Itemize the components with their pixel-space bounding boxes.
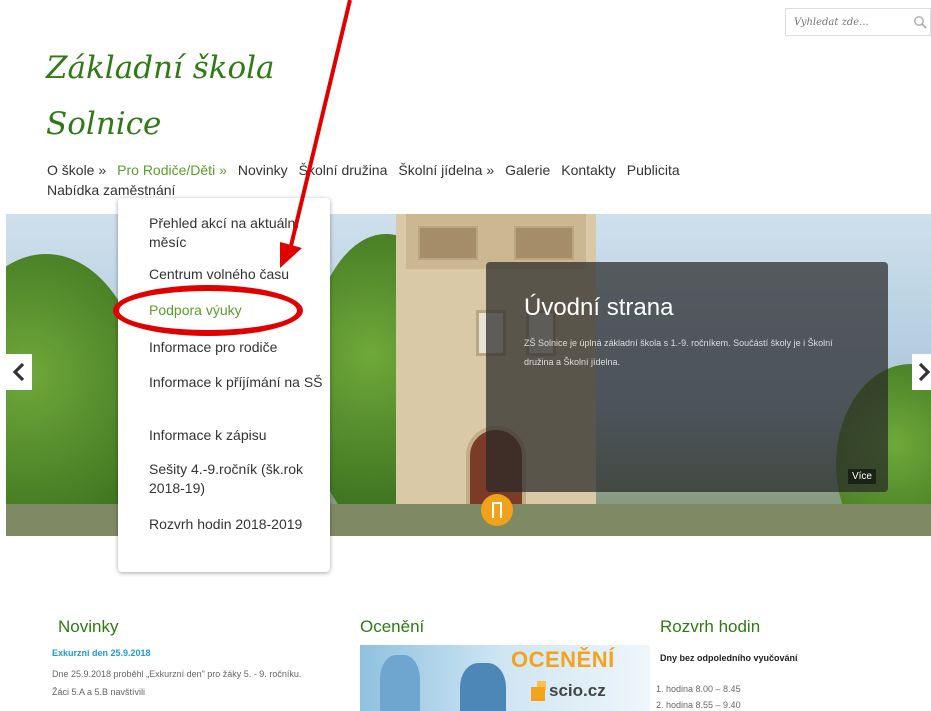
slider-prev-button[interactable] bbox=[6, 354, 32, 390]
slide-more-button[interactable]: Více bbox=[847, 469, 876, 484]
banner-figure bbox=[460, 663, 506, 711]
nav-item-skolni-jidelna[interactable]: Školní jídelna » bbox=[398, 162, 494, 178]
slide-caption-text: ZŠ Solnice je úplná základní škola s 1.-… bbox=[524, 338, 833, 367]
site-title[interactable]: Základní škola Solnice bbox=[46, 40, 275, 152]
award-banner-word: OCENĚNÍ bbox=[511, 647, 615, 672]
dropdown-item-informace-pro-rodice[interactable]: Informace pro rodiče bbox=[149, 338, 324, 357]
dropdown-item-sesity[interactable]: Sešity 4.-9.ročník (šk.rok 2018-19) bbox=[149, 460, 324, 498]
nav-item-skolni-druzina[interactable]: Školní družina bbox=[299, 162, 388, 178]
rozvrh-line: 2. hodina 8.55 – 9.40 bbox=[656, 700, 741, 710]
search-input[interactable] bbox=[786, 9, 906, 35]
nav-item-kontakty[interactable]: Kontakty bbox=[561, 162, 615, 178]
nav-item-publicita[interactable]: Publicita bbox=[627, 162, 680, 178]
nav-item-galerie[interactable]: Galerie bbox=[505, 162, 550, 178]
rozvrh-subtitle: Dny bez odpoledního vyučování bbox=[660, 653, 798, 663]
photo-relief-right bbox=[514, 226, 574, 260]
search-icon[interactable] bbox=[913, 15, 927, 29]
slider-next-button[interactable] bbox=[912, 354, 931, 390]
scio-logo: scio.cz bbox=[525, 681, 645, 707]
nav-item-nabidka-zamestnani[interactable]: Nabídka zaměstnání bbox=[47, 182, 175, 198]
news-item-text: Dne 25.9.2018 proběhl „Exkurzní den" pro… bbox=[52, 669, 302, 697]
slide-caption: Úvodní strana ZŠ Solnice je úplná základ… bbox=[486, 262, 888, 492]
dropdown-item-centrum-volneho-casu[interactable]: Centrum volného času bbox=[149, 265, 324, 284]
site-title-line2[interactable]: Solnice bbox=[46, 96, 275, 152]
scio-logo-text: scio.cz bbox=[549, 681, 606, 700]
chevron-left-icon bbox=[12, 362, 25, 382]
oceneni-heading[interactable]: Ocenění bbox=[360, 617, 424, 637]
nav-item-novinky[interactable]: Novinky bbox=[238, 162, 288, 178]
nav-item-pro-rodice[interactable]: Pro Rodiče/Děti » bbox=[117, 162, 227, 178]
door-icon[interactable] bbox=[481, 494, 513, 526]
main-nav: O škole » Pro Rodiče/Děti » Novinky Školní … bbox=[47, 160, 807, 200]
nav-item-o-skole[interactable]: O škole » bbox=[47, 162, 106, 178]
dropdown-pro-rodice: Přehled akcí na aktuální měsíc Centrum v… bbox=[118, 198, 330, 572]
novinky-heading[interactable]: Novinky bbox=[58, 617, 118, 637]
photo-relief-left bbox=[418, 226, 478, 260]
award-banner[interactable]: OCENĚNÍ scio.cz bbox=[360, 645, 650, 711]
dropdown-item-rozvrh-hodin[interactable]: Rozvrh hodin 2018-2019 bbox=[149, 515, 324, 534]
dropdown-item-prehled-akci[interactable]: Přehled akcí na aktuální měsíc bbox=[149, 214, 324, 252]
slide-caption-title[interactable]: Úvodní strana bbox=[524, 294, 673, 322]
rozvrh-line: 1. hodina 8.00 – 8.45 bbox=[656, 684, 741, 694]
dropdown-item-informace-k-prijimani[interactable]: Informace k příjímání na SŠ bbox=[149, 373, 324, 392]
search-box[interactable] bbox=[785, 8, 931, 36]
rozvrh-heading[interactable]: Rozvrh hodin bbox=[660, 617, 760, 637]
dropdown-item-informace-k-zapisu[interactable]: Informace k zápisu bbox=[149, 426, 324, 445]
annotation-ellipse bbox=[113, 285, 303, 336]
news-item-title[interactable]: Exkurzní den 25.9.2018 bbox=[52, 648, 151, 658]
banner-figure bbox=[380, 655, 420, 711]
site-title-line1[interactable]: Základní škola bbox=[46, 40, 275, 96]
chevron-right-icon bbox=[918, 362, 931, 382]
